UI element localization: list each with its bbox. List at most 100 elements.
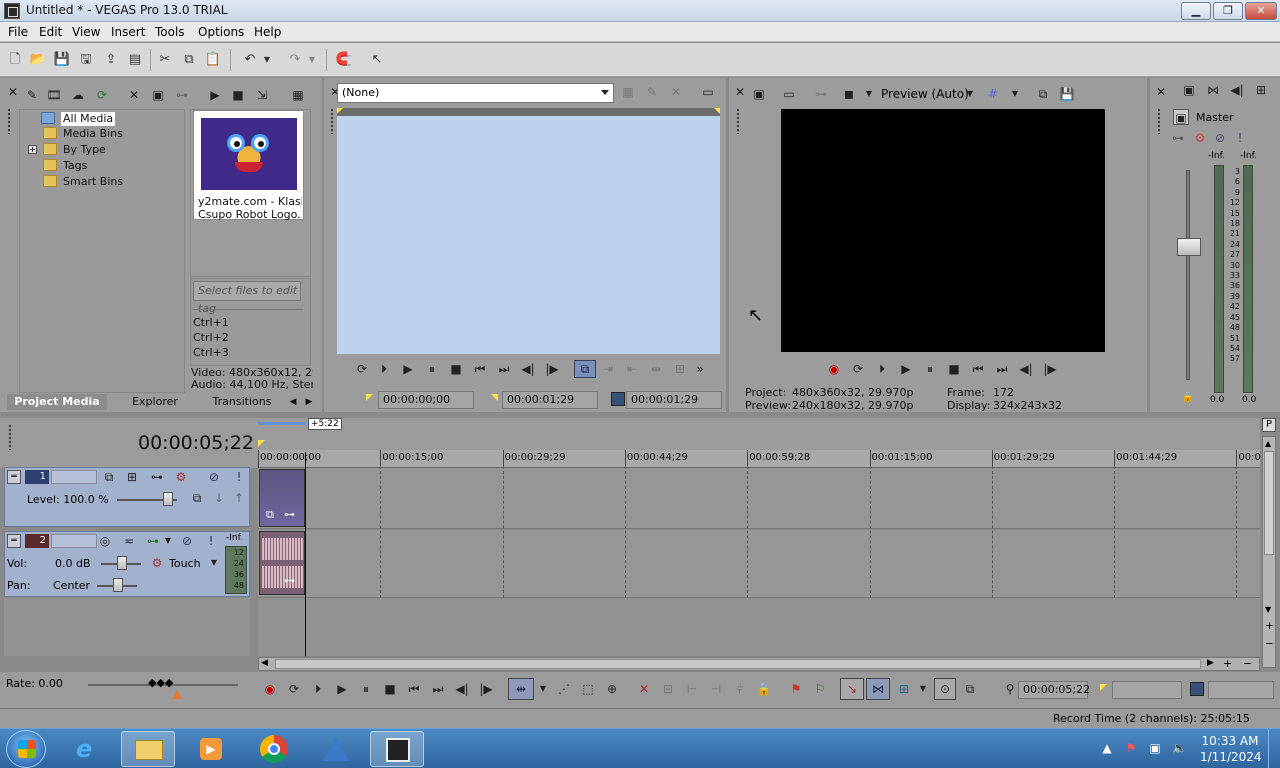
- compositing-mode-icon[interactable]: ⊶: [149, 469, 165, 485]
- scroll-up-icon[interactable]: ▲: [1265, 439, 1271, 448]
- menu-help[interactable]: Help: [254, 25, 281, 39]
- fit-to-fill-icon[interactable]: ⇹: [648, 361, 664, 377]
- chevron-down-icon[interactable]: ▼: [538, 681, 548, 697]
- tree-item-by-type[interactable]: By Type: [43, 143, 106, 157]
- invert-phase-icon[interactable]: ≂: [121, 533, 137, 549]
- trim-end-icon[interactable]: ⊣: [708, 681, 724, 697]
- remove-media-icon[interactable]: ✕: [126, 87, 142, 103]
- add-to-timeline-after-icon[interactable]: ⇥: [600, 361, 616, 377]
- panel-grip[interactable]: [736, 108, 740, 134]
- panel-grip[interactable]: [330, 108, 334, 134]
- master-fx-icon[interactable]: ⊶: [1170, 130, 1186, 146]
- record-icon[interactable]: ◉: [826, 361, 842, 377]
- panel-grip[interactable]: [1157, 108, 1161, 134]
- insert-region-icon[interactable]: ⚐: [812, 681, 828, 697]
- timeline-ruler[interactable]: 00:00:00;00 00:00:15;00 00:00:29;29 00:00:4…: [258, 450, 1261, 468]
- track-minimize-icon[interactable]: ═: [7, 470, 21, 484]
- record-icon[interactable]: ◉: [262, 681, 278, 697]
- stop-icon[interactable]: ■: [448, 361, 464, 377]
- go-to-start-icon[interactable]: ⏮: [472, 361, 488, 377]
- preview-properties-icon[interactable]: ▣: [751, 86, 767, 102]
- audio-track-lane[interactable]: [258, 530, 1260, 598]
- cut-icon[interactable]: ✂: [156, 51, 174, 69]
- media-thumbnail[interactable]: y2mate.com - Klasky Csupo Robot Logo...: [193, 110, 304, 221]
- tree-item-media-bins[interactable]: Media Bins: [43, 127, 123, 141]
- play-icon[interactable]: ▶: [400, 361, 416, 377]
- tree-item-tags[interactable]: Tags: [43, 159, 87, 173]
- overlays-icon[interactable]: #: [985, 86, 1001, 102]
- play-from-start-icon[interactable]: ⏵: [376, 361, 392, 377]
- automation-settings-icon[interactable]: ⚙: [149, 555, 165, 571]
- zoom-tool-icon[interactable]: ⊕: [604, 681, 620, 697]
- views-icon[interactable]: ▦: [290, 87, 306, 103]
- tabs-left-icon[interactable]: ◀: [287, 394, 299, 410]
- video-track-header[interactable]: ═ 1 ⧉ ⊞ ⊶ ⚙ ⊘ ! Level: 100.0 % ⧉ ↓ ↑: [4, 467, 250, 527]
- track-settings-icon[interactable]: ⚙: [173, 469, 189, 485]
- trimmer-length-timecode[interactable]: 00:00:01;29: [626, 391, 722, 409]
- snap-icon[interactable]: ⊞: [672, 361, 688, 377]
- insert-marker-icon[interactable]: ⚑: [788, 681, 804, 697]
- timeline-timecode[interactable]: 00:00:05;22: [138, 432, 254, 454]
- get-media-icon[interactable]: ☁: [70, 87, 86, 103]
- track-motion-icon[interactable]: ⧉: [101, 469, 117, 485]
- tab-project-media[interactable]: Project Media: [7, 394, 107, 410]
- pause-icon[interactable]: ⏸: [922, 361, 938, 377]
- menu-view[interactable]: View: [72, 25, 100, 39]
- panel-close-icon[interactable]: ✕: [1153, 84, 1169, 100]
- copy-snapshot-icon[interactable]: ⧉: [1035, 86, 1051, 102]
- scroll-left-icon[interactable]: ◀: [261, 658, 268, 668]
- previous-frame-icon[interactable]: ◀|: [1018, 361, 1034, 377]
- taskbar-file-explorer[interactable]: [121, 731, 175, 767]
- video-track-lane[interactable]: [258, 468, 1260, 529]
- solo-icon[interactable]: !: [231, 469, 247, 485]
- move-up-icon[interactable]: ↑: [231, 490, 247, 506]
- zoom-out-icon[interactable]: −: [1243, 657, 1252, 670]
- track-name-field[interactable]: [51, 470, 97, 484]
- tree-item-all-media[interactable]: All Media: [41, 112, 116, 126]
- auto-preview-icon[interactable]: ⇲: [254, 87, 270, 103]
- copy-icon[interactable]: ⧉: [180, 51, 198, 69]
- media-properties-icon[interactable]: ▣: [150, 87, 166, 103]
- previous-frame-icon[interactable]: ◀|: [454, 681, 470, 697]
- scroll-down-icon[interactable]: ▼: [1265, 605, 1271, 614]
- audio-track-header[interactable]: ═ 2 ◎ ≂ ⊶ ▼ ⊘ ! -Inf. 12 24 36 48 Vol: 0…: [4, 531, 250, 597]
- track-name-field[interactable]: [51, 534, 97, 548]
- track-zoom-out-icon[interactable]: −: [1265, 637, 1274, 650]
- lock-icon[interactable]: 🔒: [1180, 390, 1196, 406]
- external-monitor-icon[interactable]: ▭: [781, 86, 797, 102]
- menu-edit[interactable]: Edit: [39, 25, 62, 39]
- audio-event[interactable]: ⊶: [259, 531, 305, 595]
- split-screen-icon[interactable]: ⊶: [813, 86, 829, 102]
- taskbar-vegas[interactable]: [370, 731, 424, 767]
- chevron-down-icon[interactable]: ▼: [163, 533, 173, 549]
- tree-item-smart-bins[interactable]: Smart Bins: [43, 175, 123, 189]
- vertical-scrollbar[interactable]: ▲ ▼ + −: [1262, 436, 1276, 668]
- master-mute-icon[interactable]: ⊘: [1212, 130, 1228, 146]
- selection-length-timecode[interactable]: [1208, 681, 1274, 699]
- next-frame-icon[interactable]: |▶: [1042, 361, 1058, 377]
- scroll-right-icon[interactable]: ▶: [1207, 658, 1214, 668]
- panel-close-icon[interactable]: ✕: [732, 84, 748, 100]
- close-button[interactable]: ✕: [1245, 2, 1277, 20]
- dim-output-icon[interactable]: ◀|: [1229, 82, 1245, 98]
- expand-icon[interactable]: +: [28, 145, 37, 154]
- save-snapshot-icon[interactable]: 💾: [1059, 86, 1075, 102]
- event-fx-icon[interactable]: ⊶: [284, 574, 295, 587]
- event-fx-icon[interactable]: ⊶: [284, 508, 295, 521]
- tag-input[interactable]: Select files to edit tag: [193, 281, 301, 315]
- show-desktop-button[interactable]: [1268, 729, 1280, 768]
- video-fx-icon[interactable]: ◼: [841, 86, 857, 102]
- chevron-down-icon[interactable]: ▼: [209, 555, 219, 571]
- preview-quality-select[interactable]: Preview (Auto): [881, 87, 969, 101]
- selection-tool-icon[interactable]: ⬚: [580, 681, 596, 697]
- panel-grip[interactable]: [7, 108, 11, 134]
- playhead-cursor[interactable]: [305, 452, 306, 657]
- add-to-timeline-before-icon[interactable]: ⇤: [624, 361, 640, 377]
- media-play-icon[interactable]: ▶: [207, 87, 223, 103]
- master-settings-icon[interactable]: ⚙: [1192, 130, 1208, 146]
- delete-icon[interactable]: ✕: [636, 681, 652, 697]
- lock-envelopes-icon[interactable]: ⊙: [934, 678, 956, 700]
- mixer-properties-icon[interactable]: ▣: [1181, 82, 1197, 98]
- marker-tool-icon[interactable]: P: [1262, 418, 1276, 432]
- import-media-icon[interactable]: ✎: [24, 87, 40, 103]
